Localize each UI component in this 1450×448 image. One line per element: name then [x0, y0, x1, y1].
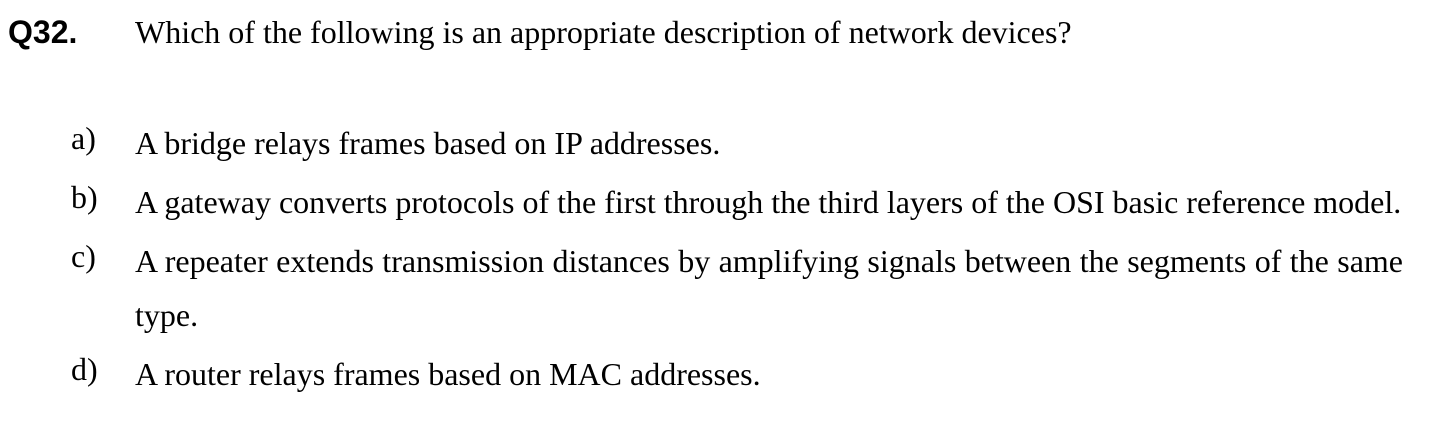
question-page: Q32. Which of the following is an approp…	[0, 0, 1450, 448]
question-number: Q32.	[8, 14, 78, 50]
option-a: a) A bridge relays frames based on IP ad…	[0, 116, 1450, 170]
option-text: A gateway converts protocols of the firs…	[135, 184, 1402, 220]
question-text: Which of the following is an appropriate…	[135, 14, 1072, 50]
option-d: d) A router relays frames based on MAC a…	[0, 347, 1450, 401]
option-label: c)	[71, 238, 96, 274]
option-text: A router relays frames based on MAC addr…	[135, 356, 761, 392]
option-text: A repeater extends transmission distance…	[135, 243, 1403, 333]
option-label: b)	[71, 179, 98, 215]
option-text: A bridge relays frames based on IP addre…	[135, 125, 721, 161]
option-c: c) A repeater extends transmission dista…	[0, 234, 1450, 342]
option-b: b) A gateway converts protocols of the f…	[0, 175, 1450, 229]
option-label: d)	[71, 351, 98, 387]
option-label: a)	[71, 120, 96, 156]
answer-options: a) A bridge relays frames based on IP ad…	[0, 120, 1450, 411]
